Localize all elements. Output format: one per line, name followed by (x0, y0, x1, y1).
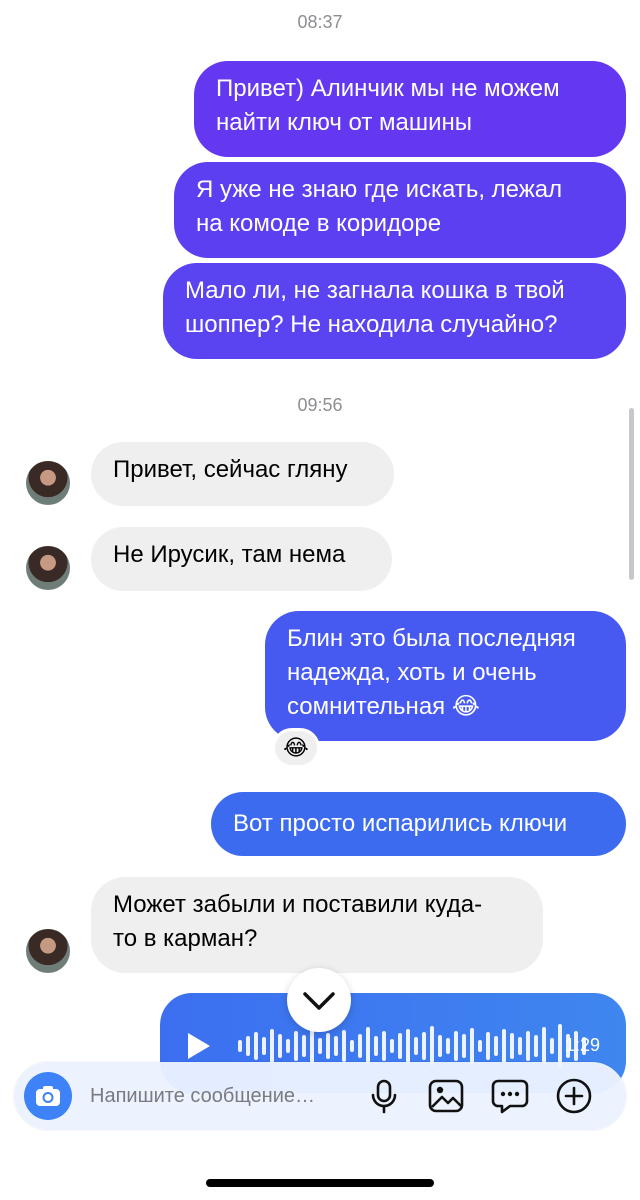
sticker-button[interactable] (490, 1076, 530, 1116)
waveform-bar (342, 1030, 346, 1062)
outgoing-message[interactable]: Я уже не знаю где искать, лежал на комод… (174, 162, 626, 258)
voice-duration: 1:29 (564, 1035, 600, 1055)
message-line: Привет) Алинчик мы не можем (216, 75, 560, 102)
incoming-message[interactable]: Привет, сейчас гляну (91, 442, 394, 506)
message-line: Мало ли, не загнала кошка в твой (185, 277, 565, 304)
chevron-down-icon (303, 992, 335, 1010)
waveform-bar (486, 1032, 490, 1060)
incoming-message[interactable]: Не Ирусик, там нема (91, 527, 392, 591)
message-line: шоппер? Не находила случайно? (185, 311, 558, 338)
gallery-button[interactable] (426, 1076, 466, 1116)
message-composer (14, 1062, 626, 1130)
message-line: то в карман? (113, 925, 258, 952)
waveform-bar (350, 1040, 354, 1052)
sticker-icon (491, 1079, 529, 1114)
waveform-bar (262, 1037, 266, 1055)
waveform-bar (478, 1040, 482, 1052)
waveform-bar (254, 1032, 258, 1060)
waveform-bar (238, 1040, 242, 1052)
message-line: Я уже не знаю где искать, лежал (196, 176, 563, 203)
waveform-bar (374, 1036, 378, 1056)
outgoing-message[interactable]: Вот просто испарились ключи (211, 792, 626, 856)
waveform-bar (358, 1034, 362, 1058)
waveform-bar (406, 1029, 410, 1063)
waveform-bar (550, 1038, 554, 1054)
waveform-bar (286, 1039, 290, 1053)
waveform-bar (542, 1027, 546, 1065)
message-line: найти ключ от машины (216, 109, 472, 136)
waveform-bar (462, 1034, 466, 1058)
message-line: Блин это была последняя (287, 625, 576, 652)
waveform-bar (446, 1038, 450, 1054)
outgoing-message[interactable]: Мало ли, не загнала кошка в твой шоппер?… (163, 263, 626, 359)
play-icon[interactable] (188, 1033, 210, 1059)
outgoing-message[interactable]: Блин это была последняя надежда, хоть и … (265, 611, 626, 741)
waveform-bar (494, 1036, 498, 1056)
waveform-bar (398, 1033, 402, 1059)
waveform-bar (302, 1035, 306, 1057)
scrollbar[interactable] (629, 408, 634, 580)
outgoing-message[interactable]: Привет) Алинчик мы не можем найти ключ о… (194, 61, 626, 157)
waveform-bar (294, 1031, 298, 1061)
waveform-bar (502, 1029, 506, 1063)
waveform-bar (438, 1035, 442, 1057)
microphone-button[interactable] (364, 1076, 404, 1116)
message-line: надежда, хоть и очень (287, 659, 537, 686)
waveform-bar (526, 1031, 530, 1061)
scroll-to-bottom-button[interactable] (287, 968, 351, 1032)
waveform-bar (270, 1029, 274, 1063)
waveform-bar (470, 1028, 474, 1064)
plus-icon (556, 1078, 592, 1114)
message-line: Может забыли и поставили куда- (113, 891, 483, 918)
message-line: сомнительная 😂 (287, 693, 480, 720)
reaction-badge[interactable]: 😂 (272, 728, 320, 768)
message-line: Не Ирусик, там нема (113, 541, 346, 568)
waveform-bar (430, 1026, 434, 1066)
waveform-bar (310, 1028, 314, 1064)
microphone-icon (371, 1079, 397, 1114)
waveform-bar (334, 1036, 338, 1056)
gallery-icon (428, 1079, 464, 1113)
camera-button[interactable] (24, 1072, 72, 1120)
message-line: Вот просто испарились ключи (233, 810, 568, 837)
waveform-bar (510, 1033, 514, 1059)
message-input[interactable] (90, 1078, 352, 1114)
avatar[interactable] (26, 929, 70, 973)
timestamp: 09:56 (297, 395, 343, 415)
avatar[interactable] (26, 461, 70, 505)
camera-icon (36, 1086, 60, 1106)
waveform-bar (390, 1039, 394, 1053)
waveform-bar (534, 1035, 538, 1057)
waveform-bar (414, 1037, 418, 1055)
message-line: на комоде в коридоре (196, 210, 442, 237)
waveform-bar (518, 1037, 522, 1055)
add-attachment-button[interactable] (554, 1076, 594, 1116)
waveform-bar (278, 1034, 282, 1058)
message-line: Привет, сейчас гляну (113, 456, 348, 483)
waveform-bar (382, 1031, 386, 1061)
waveform-bar (422, 1032, 426, 1060)
avatar[interactable] (26, 546, 70, 590)
waveform-bar (366, 1027, 370, 1065)
home-indicator (206, 1179, 434, 1187)
timestamp: 08:37 (297, 12, 343, 32)
incoming-message[interactable]: Может забыли и поставили куда- то в карм… (91, 877, 543, 973)
waveform-bar (326, 1033, 330, 1059)
waveform-bar (318, 1038, 322, 1054)
waveform-bar (246, 1036, 250, 1056)
waveform-bar (454, 1031, 458, 1061)
